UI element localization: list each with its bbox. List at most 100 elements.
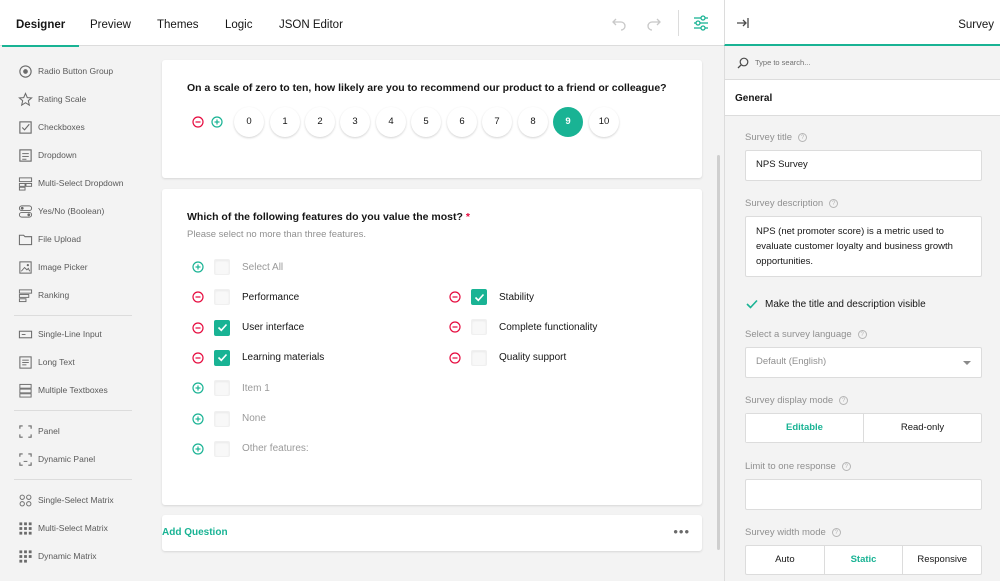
choice-checkbox[interactable] <box>471 319 487 336</box>
help-icon[interactable]: ? <box>857 330 867 339</box>
toolbox-item-boolean[interactable]: Yes/No (Boolean) <box>18 201 104 221</box>
help-icon[interactable]: ? <box>798 133 807 142</box>
rating-item[interactable]: 4 <box>376 107 406 137</box>
choice-item[interactable]: User interface <box>192 319 304 337</box>
choice-checkbox[interactable] <box>214 289 230 306</box>
boolean-icon <box>18 204 33 218</box>
display-mode-editable[interactable]: Editable <box>746 414 863 442</box>
rating-item[interactable]: 8 <box>518 107 548 137</box>
help-icon[interactable]: ? <box>839 396 849 405</box>
text-input-icon <box>18 330 33 338</box>
rating-item[interactable]: 3 <box>340 107 370 137</box>
choice-item[interactable]: None <box>192 410 266 428</box>
rating-item[interactable]: 2 <box>305 107 335 137</box>
width-mode-auto[interactable]: Auto <box>746 546 824 574</box>
tab-designer[interactable]: Designer <box>1 0 80 47</box>
add-question-button[interactable]: Add Question <box>162 515 702 551</box>
toolbox-item-matrix-dynamic[interactable]: Dynamic Matrix <box>18 546 97 566</box>
display-mode-readonly[interactable]: Read-only <box>863 414 981 442</box>
question-description[interactable]: Please select no more than three feature… <box>187 229 366 240</box>
rating-item[interactable]: 5 <box>411 107 441 137</box>
choice-checkbox[interactable] <box>214 349 230 366</box>
rating-item[interactable]: 7 <box>482 107 512 137</box>
toolbar-divider <box>678 10 679 36</box>
choice-item[interactable]: Quality support <box>449 349 566 367</box>
toolbox-item-file[interactable]: File Upload <box>18 229 81 249</box>
remove-icon[interactable] <box>192 116 204 128</box>
rating-item[interactable]: 0 <box>234 107 264 137</box>
question-title[interactable]: Which of the following features do you v… <box>187 211 470 223</box>
section-general[interactable]: General <box>725 80 1000 116</box>
rating-item[interactable]: 10 <box>589 107 619 137</box>
toolbox-item-dropdown[interactable]: Dropdown <box>18 145 77 165</box>
more-options-icon[interactable]: ••• <box>673 524 690 539</box>
help-icon[interactable]: ? <box>831 528 841 537</box>
choice-item[interactable]: Item 1 <box>192 379 270 397</box>
dynamic-matrix-icon <box>19 549 32 563</box>
toolbox-item-tagbox[interactable]: Multi-Select Dropdown <box>18 173 124 193</box>
collapse-panel-icon[interactable] <box>735 15 751 31</box>
remove-icon[interactable] <box>449 321 461 333</box>
undo-icon[interactable] <box>609 13 629 33</box>
toolbox-item-matrix-dropdown[interactable]: Multi-Select Matrix <box>18 518 108 538</box>
toolbox-item-ranking[interactable]: Ranking <box>18 285 69 305</box>
remove-icon[interactable] <box>449 351 461 364</box>
toolbox-item-label: Radio Button Group <box>38 66 114 76</box>
remove-icon[interactable] <box>192 321 204 334</box>
toolbox-item-matrix[interactable]: Single-Select Matrix <box>18 490 114 510</box>
width-mode-static[interactable]: Static <box>823 546 903 574</box>
add-icon[interactable] <box>192 261 204 273</box>
toolbox-item-label: Dynamic Panel <box>38 454 96 464</box>
toolbox-item-radio[interactable]: Radio Button Group <box>18 61 113 81</box>
tab-themes[interactable]: Themes <box>157 0 199 46</box>
survey-title-input[interactable]: NPS Survey <box>745 150 982 181</box>
tab-preview[interactable]: Preview <box>90 0 131 46</box>
toolbox-item-comment[interactable]: Long Text <box>18 352 75 372</box>
choice-item[interactable]: Complete functionality <box>449 318 597 336</box>
remove-icon[interactable] <box>192 291 204 303</box>
toolbox-item-rating[interactable]: Rating Scale <box>18 89 86 109</box>
toolbox-item-checkboxes[interactable]: Checkboxes <box>18 117 85 137</box>
help-icon[interactable]: ? <box>829 199 839 208</box>
add-icon[interactable] <box>192 412 204 425</box>
property-search[interactable]: Type to search... <box>725 46 1000 80</box>
redo-icon[interactable] <box>644 13 664 33</box>
width-mode-responsive[interactable]: Responsive <box>902 546 981 574</box>
title-visible-checkbox[interactable]: Make the title and description visible <box>745 297 926 311</box>
choice-item[interactable]: Learning materials <box>192 349 324 367</box>
remove-icon[interactable] <box>449 291 461 303</box>
add-icon[interactable] <box>192 382 204 394</box>
toolbox-item-multiple-text[interactable]: Multiple Textboxes <box>18 380 108 400</box>
choice-checkbox[interactable] <box>214 319 230 336</box>
choice-label: None <box>242 413 266 424</box>
canvas-scrollbar[interactable] <box>717 155 720 550</box>
toolbox-item-text[interactable]: Single-Line Input <box>18 324 102 344</box>
toolbox-item-image-picker[interactable]: Image Picker <box>18 257 88 277</box>
choice-checkbox[interactable] <box>214 440 230 457</box>
add-icon[interactable] <box>192 443 204 455</box>
survey-description-textarea[interactable]: NPS (net promoter score) is a metric use… <box>745 216 982 277</box>
tab-logic[interactable]: Logic <box>225 0 253 46</box>
add-icon[interactable] <box>211 116 223 128</box>
rating-item-selected[interactable]: 9 <box>553 107 583 137</box>
choice-item[interactable]: Select All <box>192 258 283 276</box>
choice-checkbox[interactable] <box>214 380 230 397</box>
toolbox-item-dynamic-panel[interactable]: Dynamic Panel <box>18 449 95 469</box>
choice-item[interactable]: Other features: <box>192 440 309 458</box>
choice-checkbox[interactable] <box>471 349 487 366</box>
help-icon[interactable]: ? <box>841 462 851 471</box>
choice-item[interactable]: Stability <box>449 288 534 306</box>
toolbox-item-panel[interactable]: Panel <box>18 421 60 441</box>
rating-item[interactable]: 6 <box>447 107 477 137</box>
tab-json-editor[interactable]: JSON Editor <box>279 0 343 46</box>
limit-response-input[interactable] <box>745 479 982 510</box>
question-title[interactable]: On a scale of zero to ten, how likely ar… <box>187 82 667 94</box>
choice-checkbox[interactable] <box>471 289 487 305</box>
rating-item[interactable]: 1 <box>270 107 300 137</box>
settings-sliders-icon[interactable] <box>691 13 711 33</box>
choice-item[interactable]: Performance <box>192 288 299 306</box>
choice-checkbox[interactable] <box>214 410 230 427</box>
choice-checkbox[interactable] <box>214 259 230 275</box>
remove-icon[interactable] <box>192 352 204 364</box>
language-select[interactable]: Default (English) <box>745 347 982 378</box>
